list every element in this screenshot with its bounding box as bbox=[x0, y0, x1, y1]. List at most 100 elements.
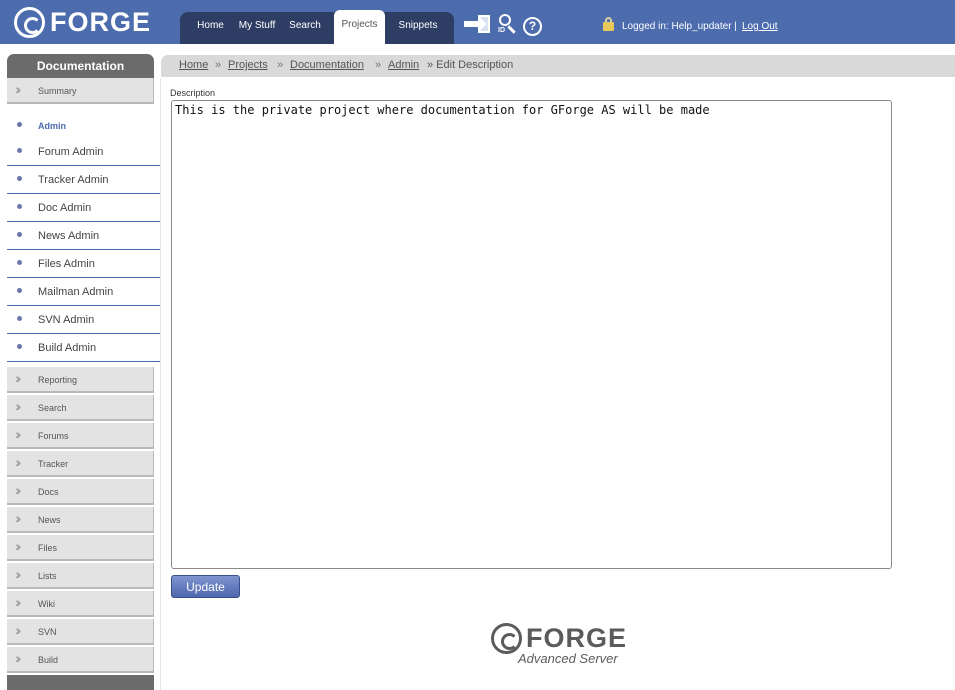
search-id-icon[interactable]: ID bbox=[498, 13, 518, 37]
logo-text: FORGE bbox=[50, 7, 152, 37]
sidebar-item-build-admin[interactable]: Build Admin bbox=[7, 334, 160, 362]
breadcrumb-projects[interactable]: Projects bbox=[228, 59, 268, 71]
sidebar-item-files-admin[interactable]: Files Admin bbox=[7, 250, 160, 278]
sidebar-item-docs[interactable]: ›› Docs bbox=[7, 479, 154, 505]
double-chevron-icon: ›› bbox=[15, 370, 22, 386]
sidebar-item-label: Build bbox=[38, 655, 59, 665]
sidebar-item-build[interactable]: ›› Build bbox=[7, 647, 154, 673]
sidebar-item-mailman-admin[interactable]: Mailman Admin bbox=[7, 278, 160, 306]
sidebar-item-label: News Admin bbox=[38, 230, 100, 242]
logout-link[interactable]: Log Out bbox=[742, 21, 778, 32]
sidebar-item-label: Admin bbox=[38, 121, 66, 131]
main-nav: Home My Stuff Search Projects Snippets bbox=[180, 10, 454, 44]
double-chevron-icon: ›› bbox=[15, 482, 22, 498]
sidebar-item-tracker[interactable]: ›› Tracker bbox=[7, 451, 154, 477]
sidebar-item-news-admin[interactable]: News Admin bbox=[7, 222, 160, 250]
sidebar-item-label: Files Admin bbox=[38, 258, 95, 270]
sidebar-item-doc-admin[interactable]: Doc Admin bbox=[7, 194, 160, 222]
sidebar-item-svn-admin[interactable]: SVN Admin bbox=[7, 306, 160, 334]
bullet-icon bbox=[17, 288, 22, 293]
sidebar-item-svn[interactable]: ›› SVN bbox=[7, 619, 154, 645]
double-chevron-icon: ›› bbox=[15, 538, 22, 554]
sidebar-item-summary[interactable]: ›› Summary bbox=[7, 78, 154, 104]
nav-tab-snippets[interactable]: Snippets bbox=[393, 12, 443, 44]
breadcrumb-separator: » bbox=[375, 59, 382, 71]
search-id-text: ID bbox=[498, 27, 505, 34]
sidebar-item-lists[interactable]: ›› Lists bbox=[7, 563, 154, 589]
bullet-icon bbox=[17, 232, 22, 237]
nav-tab-projects[interactable]: Projects bbox=[334, 10, 385, 44]
double-chevron-icon: ›› bbox=[15, 622, 22, 638]
double-chevron-icon: ›› bbox=[15, 594, 22, 610]
nav-tab-my-stuff[interactable]: My Stuff bbox=[236, 12, 278, 44]
double-chevron-icon: ›› bbox=[15, 566, 22, 582]
bullet-icon bbox=[17, 148, 22, 153]
footer-logo: FORGE Advanced Server bbox=[491, 622, 631, 668]
bullet-icon bbox=[17, 316, 22, 321]
sidebar-item-label: News bbox=[38, 515, 61, 525]
sidebar-item-label: SVN bbox=[38, 627, 57, 637]
double-chevron-icon: ›› bbox=[15, 454, 22, 470]
bullet-icon bbox=[17, 260, 22, 265]
sidebar-item-label: Forums bbox=[38, 431, 69, 441]
forge-logo-icon bbox=[491, 623, 522, 654]
forge-logo[interactable]: FORGE bbox=[14, 7, 151, 38]
double-chevron-icon: ›› bbox=[15, 650, 22, 666]
sidebar-item-reporting[interactable]: ›› Reporting bbox=[7, 367, 154, 393]
breadcrumb-current: » Edit Description bbox=[427, 59, 514, 71]
login-icon[interactable] bbox=[464, 13, 490, 37]
nav-tab-home[interactable]: Home bbox=[188, 12, 233, 44]
lock-body-shape bbox=[603, 22, 614, 31]
double-chevron-icon: ›› bbox=[15, 510, 22, 526]
top-bar: FORGE Home My Stuff Search Projects Snip… bbox=[0, 0, 955, 44]
breadcrumb-home[interactable]: Home bbox=[179, 59, 208, 71]
sidebar-item-forums[interactable]: ›› Forums bbox=[7, 423, 154, 449]
page: FORGE Home My Stuff Search Projects Snip… bbox=[0, 0, 955, 690]
sidebar-item-label: Reporting bbox=[38, 375, 78, 385]
bullet-icon bbox=[17, 176, 22, 181]
nav-tab-search[interactable]: Search bbox=[284, 12, 326, 44]
sidebar-item-label: Wiki bbox=[38, 599, 55, 609]
sidebar-item-label: Files bbox=[38, 543, 58, 553]
lock-icon bbox=[603, 17, 614, 31]
help-icon[interactable]: ? bbox=[523, 17, 542, 36]
sidebar-item-admin[interactable]: Admin bbox=[7, 112, 160, 140]
sidebar-item-forum-admin[interactable]: Forum Admin bbox=[7, 138, 160, 166]
sidebar-item-tracker-admin[interactable]: Tracker Admin bbox=[7, 166, 160, 194]
sidebar-item-wiki[interactable]: ›› Wiki bbox=[7, 591, 154, 617]
sidebar-item-label: SVN Admin bbox=[38, 314, 95, 326]
sidebar-item-label: Lists bbox=[38, 571, 57, 581]
forge-logo-icon bbox=[14, 7, 45, 38]
sidebar-item-label: Mailman Admin bbox=[38, 286, 114, 298]
content-divider bbox=[160, 78, 161, 690]
breadcrumb-separator: » bbox=[215, 59, 222, 71]
sidebar-title: Documentation bbox=[7, 54, 154, 78]
sidebar-footer bbox=[7, 675, 154, 690]
bullet-icon bbox=[17, 204, 22, 209]
breadcrumb: Home » Projects » Documentation » Admin … bbox=[161, 55, 955, 77]
breadcrumb-admin[interactable]: Admin bbox=[388, 59, 419, 71]
sidebar-item-search[interactable]: ›› Search bbox=[7, 395, 154, 421]
breadcrumb-separator: » bbox=[277, 59, 284, 71]
double-chevron-icon: ›› bbox=[15, 426, 22, 442]
sidebar-item-news[interactable]: ›› News bbox=[7, 507, 154, 533]
breadcrumb-documentation[interactable]: Documentation bbox=[290, 59, 364, 71]
update-button[interactable]: Update bbox=[171, 575, 240, 598]
double-chevron-icon: ›› bbox=[15, 398, 22, 414]
footer-logo-text: FORGE bbox=[526, 623, 628, 653]
sidebar-item-files[interactable]: ›› Files bbox=[7, 535, 154, 561]
description-field[interactable]: This is the private project where docume… bbox=[171, 100, 892, 569]
sidebar-item-label: Search bbox=[38, 403, 67, 413]
sidebar-item-label: Doc Admin bbox=[38, 202, 92, 214]
bullet-icon bbox=[17, 344, 22, 349]
search-handle-shape bbox=[507, 25, 516, 34]
description-label: Description bbox=[170, 88, 216, 98]
bullet-icon bbox=[17, 122, 22, 127]
double-chevron-icon: ›› bbox=[15, 81, 22, 97]
login-status: Logged in: Help_updater | bbox=[622, 21, 737, 32]
sidebar-item-label: Tracker bbox=[38, 459, 69, 469]
sidebar-item-label: Docs bbox=[38, 487, 59, 497]
sidebar-item-label: Forum Admin bbox=[38, 146, 104, 158]
footer-logo-subtitle: Advanced Server bbox=[518, 651, 618, 666]
sidebar-item-label: Summary bbox=[38, 86, 77, 96]
